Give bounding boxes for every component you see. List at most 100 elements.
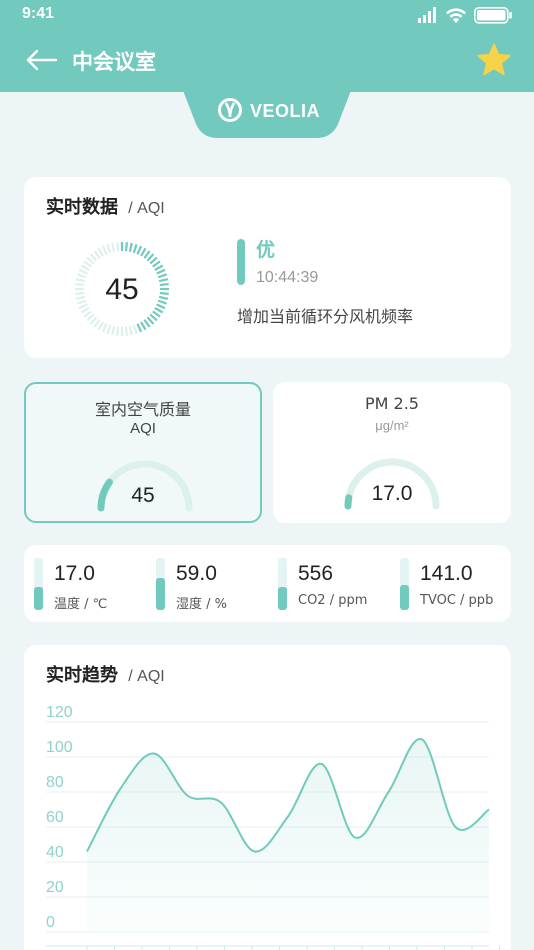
favorite-star-icon[interactable] xyxy=(476,42,512,78)
realtime-card: 实时数据 / AQI 45 优 10:44:39 增加当前循环分风机频率 xyxy=(24,177,511,358)
ring-tick xyxy=(83,310,92,318)
aqi-gauge-card[interactable]: 室内空气质量 AQI 45 xyxy=(24,382,262,523)
ring-tick xyxy=(143,319,151,328)
sensors-card: 17.0 温度 / ℃ 59.0 湿度 / % 556 CO2 / ppm 14… xyxy=(24,545,511,622)
y-tick-label: 120 xyxy=(46,705,73,721)
sensor-label: 湿度 / % xyxy=(176,597,227,612)
ring-tick xyxy=(83,260,92,268)
sensor-level-fill xyxy=(400,585,409,610)
ring-tick xyxy=(132,243,138,254)
y-tick-label: 60 xyxy=(46,809,64,826)
realtime-title-text: 实时数据 xyxy=(46,197,118,218)
realtime-subtitle: / AQI xyxy=(128,200,165,217)
trend-area xyxy=(87,738,489,932)
nav-bar: 中会议室 xyxy=(0,40,534,84)
advice-text: 增加当前循环分风机频率 xyxy=(237,307,414,326)
ring-tick xyxy=(143,250,151,259)
ring-tick xyxy=(149,256,158,265)
ring-tick xyxy=(89,253,98,262)
ring-tick xyxy=(93,319,101,328)
status-bar: 9:41 xyxy=(0,0,534,30)
ring-tick xyxy=(97,321,104,331)
sensor-value: 141.0 xyxy=(420,562,473,585)
page-title: 中会议室 xyxy=(72,50,156,74)
ring-tick xyxy=(80,264,90,271)
ring-tick xyxy=(93,250,101,259)
sensor-value: 59.0 xyxy=(176,562,217,585)
ring-tick xyxy=(89,316,98,325)
ring-tick xyxy=(124,242,129,252)
sensor-humidity[interactable]: 59.0 湿度 / % xyxy=(146,545,266,622)
sensor-level-bar xyxy=(278,558,287,610)
brand-name: VEOLIA xyxy=(250,101,321,121)
trend-card: 实时趋势 / AQI 120 100 80 60 40 20 0 xyxy=(24,645,511,950)
pm25-gauge-card[interactable]: PM 2.5 μg/m² 17.0 xyxy=(273,382,511,523)
ring-tick xyxy=(106,243,112,254)
ring-tick xyxy=(111,242,116,253)
ring-tick xyxy=(128,325,133,336)
ring-tick xyxy=(115,242,120,252)
sensor-label: 温度 / ℃ xyxy=(54,597,108,612)
trend-chart[interactable]: 120 100 80 60 40 20 0 xyxy=(24,705,511,950)
gauge-unit: μg/m² xyxy=(375,418,409,433)
y-tick-label: 0 xyxy=(46,914,55,931)
sensor-level-bar xyxy=(400,558,409,610)
sensor-level-bar xyxy=(34,558,43,610)
y-tick-label: 100 xyxy=(46,739,73,756)
ring-tick xyxy=(115,326,120,336)
gauge-subtitle: AQI xyxy=(130,420,156,437)
ring-tick xyxy=(80,307,90,314)
ring-tick xyxy=(136,245,143,255)
ring-tick xyxy=(152,310,161,318)
wifi-icon xyxy=(446,8,466,23)
ring-tick xyxy=(140,321,147,331)
signal-icon xyxy=(418,7,436,23)
sensor-level-fill xyxy=(156,577,165,610)
aqi-level: 优 xyxy=(256,239,276,261)
sensor-temperature[interactable]: 17.0 温度 / ℃ xyxy=(24,545,144,622)
back-arrow-icon[interactable] xyxy=(24,48,58,72)
aqi-value: 45 xyxy=(105,273,139,306)
trend-title: 实时趋势 / AQI xyxy=(46,661,165,687)
gauge-title: PM 2.5 xyxy=(365,394,419,413)
ring-tick xyxy=(111,325,116,336)
ring-tick xyxy=(146,253,155,262)
status-time: 9:41 xyxy=(22,5,55,22)
y-tick-label: 80 xyxy=(46,774,64,791)
trend-title-text: 实时趋势 xyxy=(46,665,118,686)
gauge-value: 45 xyxy=(131,484,155,507)
gauge-title: 室内空气质量 xyxy=(94,400,191,419)
ring-tick xyxy=(149,313,158,322)
sensor-level-bar xyxy=(156,558,165,610)
ring-tick xyxy=(101,245,108,255)
sensor-level-fill xyxy=(278,586,287,610)
update-time: 10:44:39 xyxy=(256,269,319,286)
status-icons xyxy=(418,7,512,24)
ring-tick xyxy=(97,247,104,257)
sensor-label: TVOC / ppb xyxy=(420,593,494,608)
sensor-value: 556 xyxy=(298,562,334,585)
y-tick-label: 20 xyxy=(46,879,64,896)
ring-tick xyxy=(124,326,129,336)
level-indicator xyxy=(237,239,245,285)
ring-tick xyxy=(140,247,147,257)
ring-tick xyxy=(106,324,112,335)
ring-tick xyxy=(86,256,95,265)
ring-tick xyxy=(86,313,95,322)
ring-tick xyxy=(154,264,164,271)
sensor-value: 17.0 xyxy=(54,562,95,585)
app-header: 9:41 中会议室 xyxy=(0,0,534,92)
ring-tick xyxy=(154,307,164,314)
ring-tick xyxy=(101,323,108,333)
ring-tick xyxy=(152,260,161,268)
realtime-title: 实时数据 / AQI xyxy=(46,193,165,219)
ring-tick xyxy=(146,316,155,325)
trend-subtitle: / AQI xyxy=(128,668,165,685)
sensor-co2[interactable]: 556 CO2 / ppm xyxy=(268,545,388,622)
sensor-level-fill xyxy=(34,586,43,610)
sensor-label: CO2 / ppm xyxy=(298,593,368,608)
battery-icon xyxy=(474,7,512,24)
ring-tick xyxy=(132,324,138,335)
sensor-tvoc[interactable]: 141.0 TVOC / ppb xyxy=(390,545,510,622)
ring-tick xyxy=(128,242,133,253)
